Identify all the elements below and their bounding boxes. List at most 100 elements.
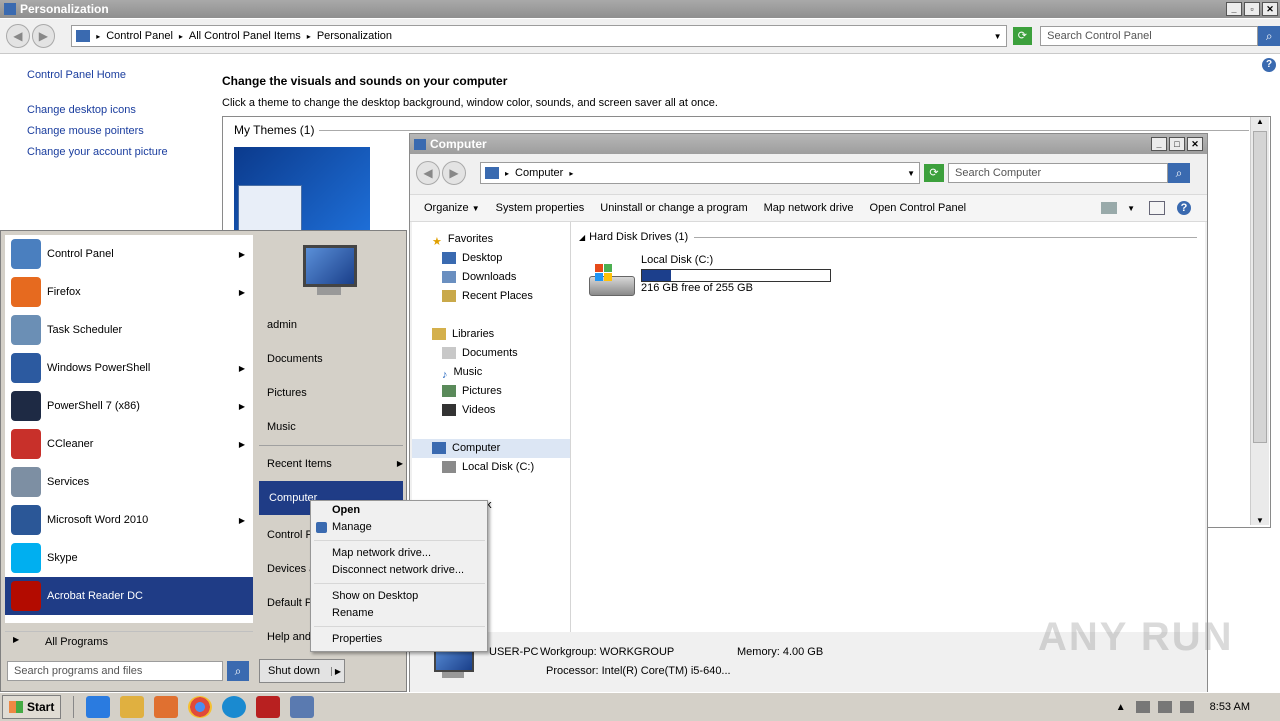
nav-pictures[interactable]: Pictures [412,382,570,401]
menu-disconnect-network-drive[interactable]: Disconnect network drive... [311,562,487,579]
chrome-icon[interactable] [188,696,213,718]
start-program-item[interactable]: Firefox ▶ [5,273,253,311]
nav-desktop[interactable]: Desktop [412,249,570,268]
show-hidden-icons[interactable]: ▲ [1116,702,1126,713]
media-player-icon[interactable] [154,696,179,718]
nav-local-disk[interactable]: Local Disk (C:) [412,458,570,477]
chevron-right-icon[interactable]: ▸ [307,32,311,41]
link-control-panel-home[interactable]: Control Panel Home [27,69,126,81]
breadcrumb-personalization[interactable]: Personalization [317,30,392,42]
minimize-button[interactable]: _ [1226,2,1242,16]
start-item-recent-items[interactable]: Recent Items ▶ [257,447,407,481]
menu-show-on-desktop[interactable]: Show on Desktop [311,588,487,605]
nav-videos[interactable]: Videos [412,401,570,420]
dropdown-arrow-icon[interactable]: ▼ [994,32,1002,41]
menu-properties[interactable]: Properties [311,631,487,648]
dropdown-arrow-icon[interactable]: ▼ [907,169,915,178]
menu-manage[interactable]: Manage [311,519,487,536]
search-icon[interactable]: ⌕ [1258,26,1280,46]
start-item-documents[interactable]: Documents [257,342,403,376]
nav-music[interactable]: ♪ Music [412,363,570,382]
computer-window-icon[interactable] [290,696,315,718]
start-button[interactable]: Start [2,695,62,719]
start-item-admin[interactable]: admin [257,308,403,342]
nav-computer[interactable]: Computer [412,439,570,458]
menu-map-network-drive[interactable]: Map network drive... [311,545,487,562]
start-program-item[interactable]: Skype [5,539,253,577]
scroll-down-icon[interactable]: ▼ [1251,516,1269,525]
explorer-maximize-button[interactable]: □ [1169,137,1185,151]
link-change-mouse-pointers[interactable]: Change mouse pointers [27,125,144,137]
scrollbar[interactable]: ▲ ▼ [1250,117,1269,525]
search-icon[interactable]: ⌕ [1168,163,1190,183]
explorer-search-input[interactable]: Search Computer [948,163,1168,183]
start-program-item[interactable]: CCleaner ▶ [5,425,253,463]
start-item-pictures[interactable]: Pictures [257,376,403,410]
all-programs[interactable]: ▶ All Programs [5,631,253,652]
chevron-right-icon[interactable]: ▸ [505,169,509,178]
chevron-right-icon[interactable]: ▸ [569,169,573,178]
dropdown-arrow-icon[interactable]: ▼ [1127,204,1135,213]
menu-open[interactable]: Open [311,502,487,519]
internet-explorer-icon[interactable] [86,696,111,718]
address-bar[interactable]: ▸ Control Panel ▸ All Control Panel Item… [71,25,1007,47]
start-item-music[interactable]: Music [257,410,403,444]
volume-icon[interactable] [1135,701,1150,713]
breadcrumb-all-items[interactable]: All Control Panel Items [189,30,301,42]
theme-thumbnail[interactable] [234,147,370,235]
collapse-icon[interactable]: ◢ [579,233,585,242]
explorer-forward-button[interactable]: ▶ [442,161,466,185]
view-options-icon[interactable] [1101,202,1118,214]
nav-documents[interactable]: Documents [412,344,570,363]
forward-button[interactable]: ▶ [31,24,56,48]
menu-rename[interactable]: Rename [311,605,487,622]
start-program-item[interactable]: Microsoft Word 2010 ▶ [5,501,253,539]
scroll-up-icon[interactable]: ▲ [1251,117,1269,126]
shutdown-options-icon[interactable]: ▶ [331,666,344,676]
explorer-address-bar[interactable]: ▸ Computer ▸ ▼ [480,162,920,184]
nav-recent-places[interactable]: Recent Places [412,287,570,306]
search-input[interactable]: Search Control Panel [1040,26,1259,46]
close-button[interactable]: ✕ [1262,2,1278,16]
section-header[interactable]: ◢ Hard Disk Drives (1) [579,231,1197,243]
link-change-desktop-icons[interactable]: Change desktop icons [27,104,136,116]
explorer-refresh-button[interactable]: ⟳ [924,164,944,182]
explorer-minimize-button[interactable]: _ [1151,137,1167,151]
open-control-panel-button[interactable]: Open Control Panel [870,202,967,214]
map-network-drive-button[interactable]: Map network drive [764,202,854,214]
help-icon[interactable]: ? [1177,201,1191,215]
network-icon[interactable] [1157,701,1172,713]
restore-button[interactable]: ▫ [1244,2,1260,16]
start-program-item[interactable]: Services [5,463,253,501]
hard-drive-icon[interactable] [589,262,637,298]
refresh-button[interactable]: ⟳ [1012,27,1033,45]
start-program-item[interactable]: Task Scheduler [5,311,253,349]
nav-favorites[interactable]: ★ Favorites [412,230,570,249]
system-properties-button[interactable]: System properties [496,202,585,214]
nav-downloads[interactable]: Downloads [412,268,570,287]
edge-icon[interactable] [222,696,247,718]
file-explorer-icon[interactable] [120,696,145,718]
chevron-right-icon[interactable]: ▸ [96,32,100,41]
scroll-thumb[interactable] [1253,131,1267,443]
user-computer-icon[interactable] [297,241,357,297]
start-program-item[interactable]: Acrobat Reader DC [5,577,253,615]
start-program-item[interactable]: Windows PowerShell ▶ [5,349,253,387]
uninstall-program-button[interactable]: Uninstall or change a program [600,202,747,214]
explorer-close-button[interactable]: ✕ [1187,137,1203,151]
start-program-item[interactable]: PowerShell 7 (x86) ▶ [5,387,253,425]
start-program-item[interactable]: Control Panel ▶ [5,235,253,273]
breadcrumb-computer[interactable]: Computer [515,167,563,179]
action-center-icon[interactable] [1179,701,1194,713]
clock[interactable]: 8:53 AM [1210,701,1250,713]
shutdown-button[interactable]: Shut down ▶ [259,659,345,683]
preview-pane-icon[interactable] [1149,201,1165,215]
back-button[interactable]: ◀ [6,24,30,48]
winrar-icon[interactable] [256,696,281,718]
drive-name[interactable]: Local Disk (C:) [641,254,713,266]
link-change-account-picture[interactable]: Change your account picture [27,146,168,158]
breadcrumb-control-panel[interactable]: Control Panel [106,30,173,42]
organize-button[interactable]: Organize ▼ [424,202,480,214]
nav-libraries[interactable]: Libraries [412,325,570,344]
search-icon[interactable]: ⌕ [227,661,249,681]
